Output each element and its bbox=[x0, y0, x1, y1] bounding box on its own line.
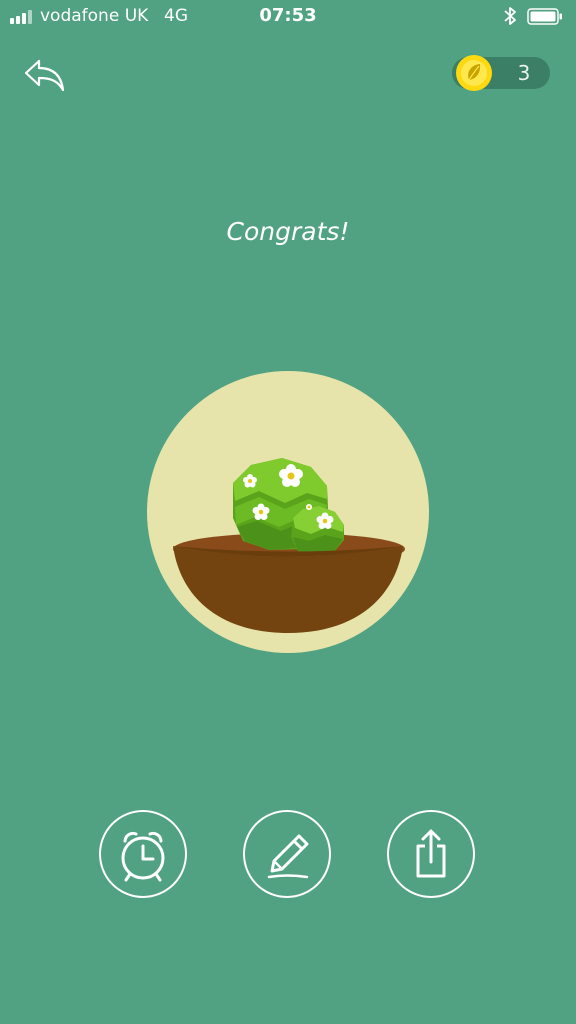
pencil-icon bbox=[267, 834, 309, 879]
share-button[interactable] bbox=[387, 810, 475, 898]
seed-coin-icon bbox=[456, 55, 492, 91]
status-time: 07:53 bbox=[259, 5, 317, 26]
status-bar: vodafone UK 4G 07:53 bbox=[0, 0, 576, 34]
coin-counter[interactable]: 3 bbox=[452, 55, 550, 91]
battery-icon bbox=[527, 8, 562, 25]
coin-count: 3 bbox=[517, 61, 531, 85]
alarm-clock-icon bbox=[121, 831, 165, 882]
timer-button[interactable] bbox=[99, 810, 187, 898]
congrats-message: Congrats! bbox=[226, 217, 350, 246]
back-button[interactable] bbox=[22, 56, 68, 94]
note-button[interactable] bbox=[243, 810, 331, 898]
plant-illustration bbox=[147, 371, 429, 653]
back-arrow-icon bbox=[24, 59, 65, 92]
bluetooth-icon bbox=[504, 7, 516, 25]
share-icon bbox=[416, 829, 446, 878]
bush-small bbox=[291, 506, 344, 557]
